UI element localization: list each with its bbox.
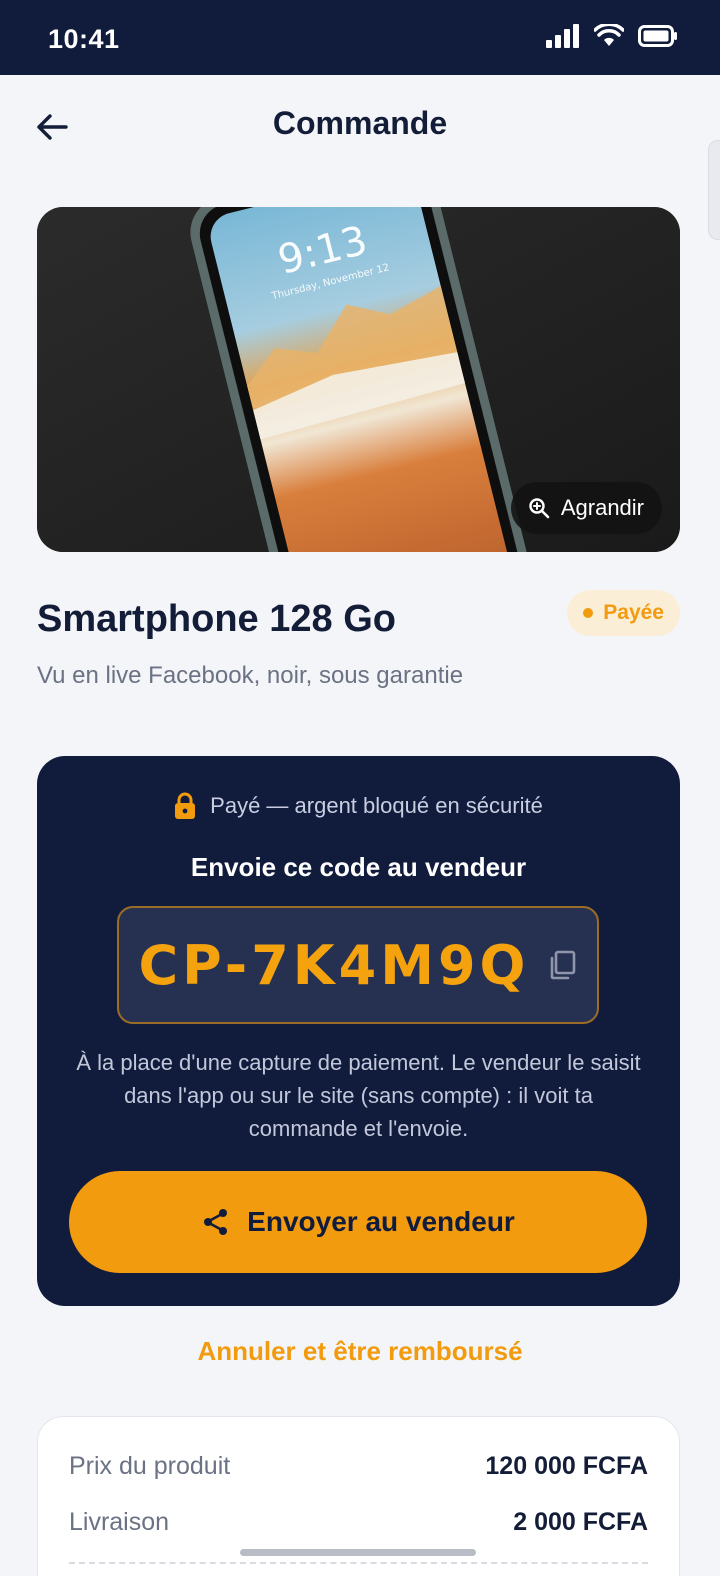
price-row-delivery: Livraison 2 000 FCFA (69, 1508, 648, 1537)
status-time: 10:41 (48, 24, 120, 54)
signal-icon (546, 24, 579, 48)
status-bar: 10:41 (0, 0, 720, 75)
wifi-icon (594, 24, 624, 46)
code-heading: Envoie ce code au vendeur (190, 852, 527, 882)
send-button-label: Envoyer au vendeur (247, 1206, 515, 1237)
battery-icon (638, 25, 677, 47)
divider (69, 1562, 648, 1564)
zoom-label: Agrandir (560, 495, 644, 520)
secure-text: Payé — argent bloqué en sécurité (210, 793, 543, 818)
status-badge-label: Payée (603, 601, 664, 624)
status-icons (546, 24, 678, 48)
secure-payment-line: Payé — argent bloqué en sécurité (37, 792, 680, 820)
status-dot (583, 608, 594, 618)
code-card: Payé — argent bloqué en sécurité Envoie … (37, 756, 680, 1306)
page-title: Commande (272, 105, 448, 141)
home-indicator[interactable] (240, 1549, 476, 1556)
order-code[interactable]: CP-7K4M9Q (139, 934, 530, 997)
copy-icon[interactable] (547, 949, 577, 981)
zoom-icon (529, 498, 550, 519)
price-row-label: Livraison (69, 1508, 170, 1536)
send-to-seller-button[interactable]: Envoyer au vendeur (69, 1171, 647, 1273)
code-help-text: À la place d'une capture de paiement. Le… (76, 1050, 641, 1141)
edge-handle[interactable] (708, 140, 720, 240)
lock-icon (175, 792, 196, 819)
price-row-label: Prix du produit (69, 1452, 231, 1480)
price-row-product: Prix du produit 120 000 FCFA (69, 1452, 648, 1481)
zoom-button[interactable]: Agrandir (510, 482, 662, 534)
product-subtitle: Vu en live Facebook, noir, sous garantie (37, 662, 464, 689)
product-image[interactable]: 9:13 Thursday, November 12 Agrandir (37, 207, 680, 552)
cancel-refund-link[interactable]: Annuler et être remboursé (0, 1336, 720, 1367)
share-icon (204, 1209, 228, 1235)
header: Commande (0, 75, 720, 175)
price-row-value: 2 000 FCFA (513, 1508, 648, 1536)
code-box[interactable]: CP-7K4M9Q (117, 906, 599, 1024)
status-badge: Payée (567, 590, 680, 636)
product-title: Smartphone 128 Go (37, 598, 396, 640)
price-row-value: 120 000 FCFA (485, 1452, 648, 1480)
